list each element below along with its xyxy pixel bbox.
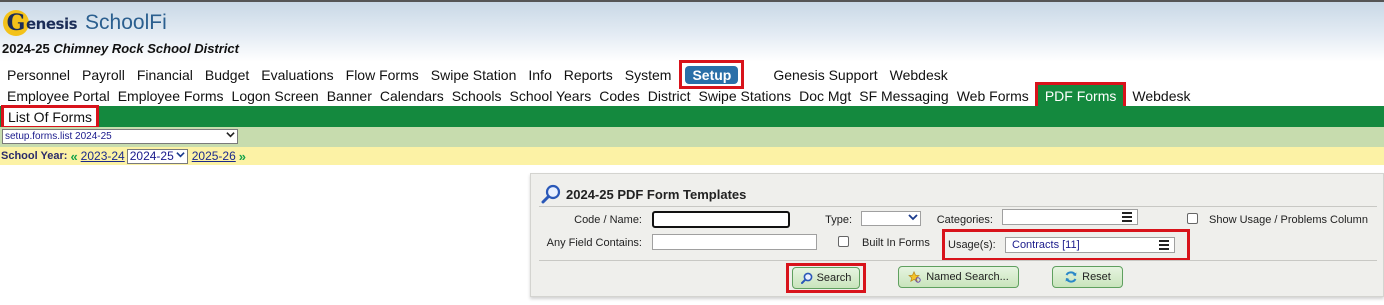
screen-select-bar: setup.forms.list 2024-25 (0, 127, 1384, 147)
type-label: Type: (825, 214, 852, 226)
main-nav-genesis-support[interactable]: Genesis Support (767, 67, 883, 83)
screen-select-value: setup.forms.list 2024-25 (5, 131, 112, 142)
main-nav-reports[interactable]: Reports (558, 67, 619, 83)
code-name-label: Code / Name: (574, 214, 642, 226)
built-in-forms-checkbox[interactable] (838, 236, 849, 247)
panel-title: 2024-25 PDF Form Templates (541, 184, 746, 204)
sub-nav-doc-mgt[interactable]: Doc Mgt (795, 88, 855, 104)
type-select[interactable] (861, 211, 921, 226)
prev-year-icon[interactable]: « (70, 149, 77, 164)
code-name-input[interactable] (652, 211, 790, 228)
main-nav-webdesk[interactable]: Webdesk (884, 67, 954, 83)
genesis-logo: G enesis SchoolFi (3, 10, 167, 36)
main-nav-evaluations[interactable]: Evaluations (255, 67, 339, 83)
main-nav-info[interactable]: Info (522, 67, 557, 83)
any-field-label: Any Field Contains: (546, 237, 642, 249)
main-nav-budget[interactable]: Budget (199, 67, 255, 83)
refresh-icon (1065, 271, 1077, 283)
search-panel: 2024-25 PDF Form Templates Code / Name: … (530, 173, 1384, 297)
screen-select[interactable]: setup.forms.list 2024-25 (2, 129, 238, 144)
prev-year-link[interactable]: 2023-24 (81, 149, 125, 163)
sub-nav-school-years[interactable]: School Years (506, 88, 596, 104)
usage-value: Contracts [11] (1012, 239, 1080, 251)
main-nav-swipe-station[interactable]: Swipe Station (425, 67, 523, 83)
magnifier-icon (541, 184, 561, 204)
school-year-bar: School Year: « 2023-24 2024-25 2025-26 » (0, 147, 1384, 165)
search-button[interactable]: Search (792, 267, 860, 289)
main-nav-financial[interactable]: Financial (131, 67, 199, 83)
sub-nav-employee-forms[interactable]: Employee Forms (114, 88, 228, 104)
sub-nav-sf-messaging[interactable]: SF Messaging (855, 88, 952, 104)
any-field-input[interactable] (652, 234, 817, 250)
district-year: 2024-25 (2, 41, 50, 56)
search-icon (800, 272, 812, 284)
sub-nav-employee-portal[interactable]: Employee Portal (0, 88, 114, 104)
sub-nav-banner[interactable]: Banner (323, 88, 376, 104)
main-nav: Personnel Payroll Financial Budget Evalu… (0, 60, 1384, 89)
tab-list-of-forms[interactable]: List Of Forms (1, 105, 100, 129)
sub-nav: Employee Portal Employee Forms Logon Scr… (0, 82, 1384, 110)
chevron-down-icon (908, 212, 918, 225)
sub-nav-codes[interactable]: Codes (595, 88, 643, 104)
built-in-forms-label: Built In Forms (862, 237, 930, 249)
school-year-select[interactable]: 2024-25 (126, 148, 188, 164)
button-divider (539, 260, 1377, 261)
usage-label: Usage(s): (948, 239, 996, 251)
search-button-label: Search (816, 272, 852, 284)
show-usage-checkbox[interactable] (1187, 213, 1198, 224)
sub-nav-logon-screen[interactable]: Logon Screen (228, 88, 323, 104)
app-name: SchoolFi (85, 11, 167, 34)
next-year-icon[interactable]: » (239, 149, 246, 164)
tab-bar (0, 106, 1384, 127)
district-name: Chimney Rock School District (53, 41, 239, 56)
panel-title-text: 2024-25 PDF Form Templates (566, 186, 747, 202)
main-nav-personnel[interactable]: Personnel (0, 67, 76, 83)
sub-nav-webdesk[interactable]: Webdesk (1128, 88, 1194, 104)
categories-label: Categories: (936, 214, 993, 226)
star-search-icon (908, 270, 921, 283)
logo-text: enesis (26, 15, 78, 33)
named-search-button[interactable]: Named Search... (898, 266, 1019, 288)
sub-nav-calendars[interactable]: Calendars (376, 88, 448, 104)
menu-icon[interactable] (1122, 212, 1132, 224)
school-year-value: 2024-25 (129, 148, 174, 163)
reset-button-label: Reset (1082, 271, 1111, 283)
school-year-label: School Year: (1, 150, 68, 162)
usage-input[interactable]: Contracts [11] (1005, 237, 1175, 253)
reset-button[interactable]: Reset (1052, 266, 1123, 288)
show-usage-label: Show Usage / Problems Column (1209, 214, 1368, 226)
usage-highlight: Usage(s): Contracts [11] (942, 229, 1190, 261)
menu-icon[interactable] (1159, 240, 1169, 252)
categories-input[interactable] (1002, 209, 1138, 225)
setup-highlight: Setup (679, 60, 745, 89)
main-nav-system[interactable]: System (619, 67, 678, 83)
tab-label: List Of Forms (8, 109, 93, 125)
main-nav-flow-forms[interactable]: Flow Forms (340, 67, 425, 83)
sub-nav-pdf-forms[interactable]: PDF Forms (1037, 85, 1124, 107)
search-highlight: Search (786, 263, 866, 293)
sub-nav-schools[interactable]: Schools (448, 88, 506, 104)
next-year-link[interactable]: 2025-26 (192, 149, 236, 163)
app-header: G enesis SchoolFi 2024-25 Chimney Rock S… (0, 0, 1384, 62)
main-nav-setup[interactable]: Setup (685, 65, 739, 84)
district-title: 2024-25 Chimney Rock School District (2, 41, 239, 56)
named-search-button-label: Named Search... (926, 271, 1009, 283)
chevron-down-icon (226, 130, 235, 143)
sub-nav-swipe-stations[interactable]: Swipe Stations (695, 88, 796, 104)
main-nav-payroll[interactable]: Payroll (76, 67, 131, 83)
title-divider (539, 206, 1377, 207)
chevron-down-icon (176, 150, 185, 163)
sub-nav-district[interactable]: District (644, 88, 695, 104)
sub-nav-web-forms[interactable]: Web Forms (953, 88, 1033, 104)
